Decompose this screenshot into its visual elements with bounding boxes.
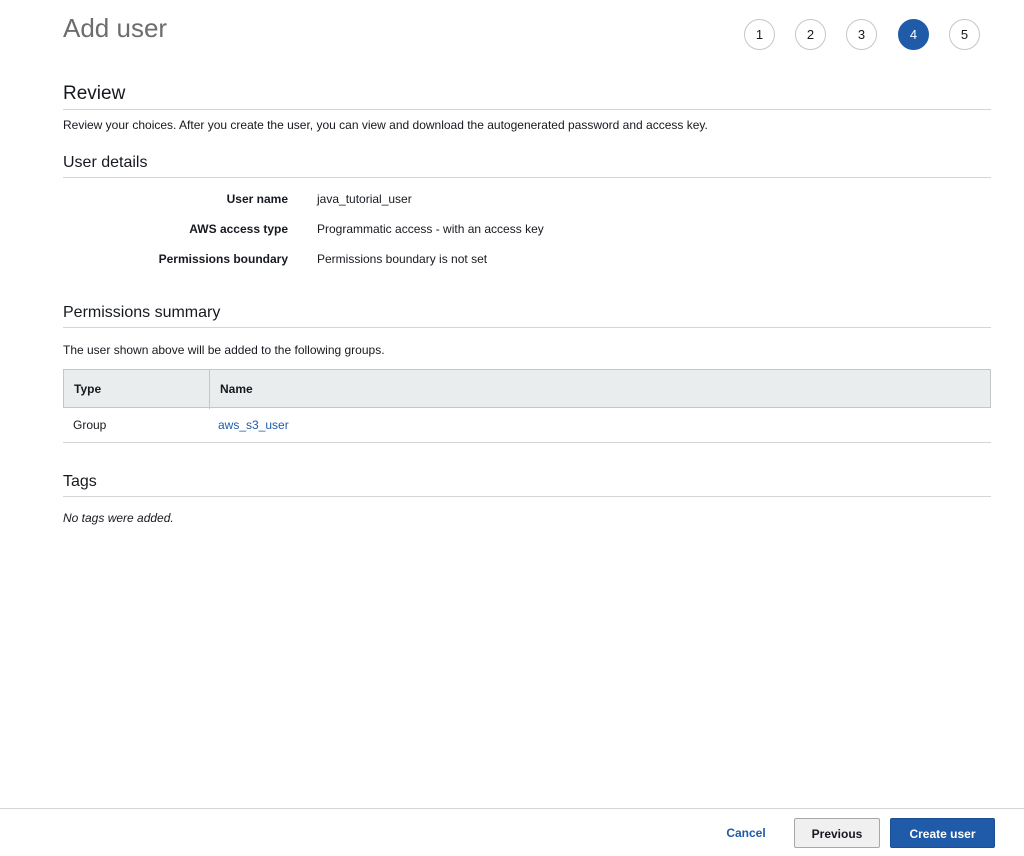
review-description: Review your choices. After you create th… [63,118,708,132]
permissions-summary-heading: Permissions summary [63,303,991,328]
step-3[interactable]: 3 [846,19,877,50]
detail-value: Programmatic access - with an access key [317,222,544,236]
column-header-type[interactable]: Type [64,370,210,409]
table-header: Type Name [63,369,991,409]
cancel-button[interactable]: Cancel [708,818,784,848]
detail-key: User name [226,192,288,206]
user-details-heading: User details [63,153,991,178]
detail-value: Permissions boundary is not set [317,252,488,266]
column-header-name[interactable]: Name [210,370,990,409]
group-link[interactable]: aws_s3_user [218,408,289,442]
step-1[interactable]: 1 [744,19,775,50]
review-heading: Review [63,83,991,110]
step-5[interactable]: 5 [949,19,980,50]
table-row: Group aws_s3_user [63,408,991,443]
page-title: Add user [63,13,168,43]
tags-heading: Tags [63,472,991,497]
cell-type: Group [73,418,107,432]
detail-value: java_tutorial_user [317,192,412,206]
step-2[interactable]: 2 [795,19,826,50]
detail-key: Permissions boundary [158,252,288,266]
previous-button[interactable]: Previous [794,818,880,848]
tags-empty-text: No tags were added. [63,511,174,525]
detail-key: AWS access type [189,222,288,236]
step-4-current[interactable]: 4 [898,19,929,50]
create-user-button[interactable]: Create user [890,818,995,848]
footer-divider [0,808,1024,809]
permissions-description: The user shown above will be added to th… [63,343,385,357]
